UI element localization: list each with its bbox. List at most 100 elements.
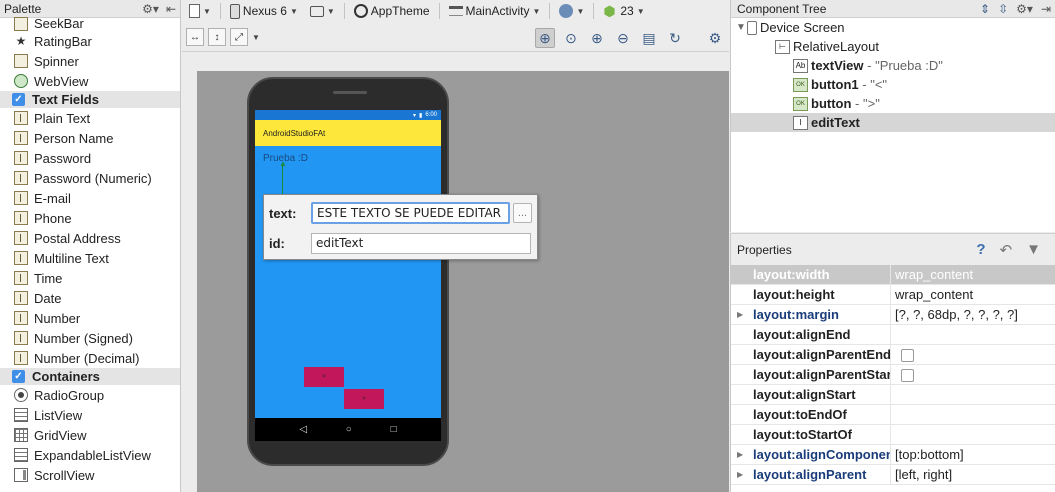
- palette-item-seekbar[interactable]: SeekBar: [0, 16, 180, 31]
- property-row[interactable]: layout:toStartOf: [731, 425, 1055, 445]
- palette-item-password[interactable]: Password: [0, 148, 180, 168]
- hide-panel-icon[interactable]: ⇥: [1041, 2, 1051, 16]
- property-row[interactable]: layout:alignParentEnd: [731, 345, 1055, 365]
- palette-item-date[interactable]: Date: [0, 288, 180, 308]
- layout-icon: ⊢: [775, 39, 790, 54]
- expand-arrow-icon[interactable]: ▶: [737, 445, 743, 464]
- list-icon: [14, 448, 28, 462]
- palette-item-password-numeric[interactable]: Password (Numeric): [0, 168, 180, 188]
- nav-recent-icon[interactable]: □: [391, 424, 397, 435]
- zoom-out-icon[interactable]: ⊖: [613, 28, 633, 48]
- align-parent-start-checkbox[interactable]: [901, 369, 914, 383]
- palette-item-multiline-text[interactable]: Multiline Text: [0, 248, 180, 268]
- palette-item-spinner[interactable]: Spinner: [0, 51, 180, 71]
- palette-item-phone[interactable]: Phone: [0, 208, 180, 228]
- palette-item-ratingbar[interactable]: ★ RatingBar: [0, 31, 180, 51]
- text-field-icon: [14, 131, 28, 145]
- rotate-icon: [309, 5, 324, 17]
- collapse-arrow-icon[interactable]: ▼: [735, 22, 747, 33]
- tree-node-relativelayout[interactable]: ⊢ RelativeLayout: [731, 37, 1055, 56]
- layout-file-dropdown[interactable]: ▼: [186, 1, 214, 21]
- id-label: id:: [269, 236, 285, 251]
- text-browse-button[interactable]: ...: [513, 203, 532, 223]
- property-row[interactable]: layout:alignParentStart: [731, 365, 1055, 385]
- palette-item-person-name[interactable]: Person Name: [0, 128, 180, 148]
- locale-dropdown[interactable]: ▼: [556, 1, 587, 21]
- api-level-dropdown[interactable]: ⬢ 23 ▼: [600, 1, 647, 21]
- refresh-icon[interactable]: ↻: [665, 28, 685, 48]
- theme-dropdown[interactable]: AppTheme: [351, 1, 433, 21]
- hide-panel-icon[interactable]: ⇤: [166, 2, 176, 16]
- device-dropdown[interactable]: Nexus 6 ▼: [227, 1, 301, 21]
- palette-item-gridview[interactable]: GridView: [0, 425, 180, 445]
- nav-back-icon[interactable]: ◁: [299, 424, 307, 435]
- palette-item-listview[interactable]: ListView: [0, 405, 180, 425]
- expand-arrow-icon[interactable]: ▶: [737, 305, 743, 324]
- palette-item-number-decimal[interactable]: Number (Decimal): [0, 348, 180, 368]
- property-row[interactable]: layout:height wrap_content: [731, 285, 1055, 305]
- palette-item-webview[interactable]: WebView: [0, 71, 180, 91]
- palette-title: Palette: [4, 1, 42, 16]
- palette-item-scrollview[interactable]: ScrollView: [0, 465, 180, 485]
- text-value-input[interactable]: ESTE TEXTO SE PUEDE EDITAR: [311, 202, 510, 224]
- zoom-actual-icon[interactable]: ⊙: [561, 28, 581, 48]
- expand-arrow-icon[interactable]: ▶: [737, 465, 743, 484]
- checkbox-checked-icon[interactable]: ✓: [12, 93, 25, 106]
- checkbox-checked-icon[interactable]: ✓: [12, 370, 25, 383]
- button2-preview[interactable]: >: [344, 389, 384, 409]
- palette-item-radiogroup[interactable]: RadioGroup: [0, 385, 180, 405]
- zoom-to-fit-icon[interactable]: ⊕: [535, 28, 555, 48]
- category-text-fields[interactable]: ✓ Text Fields: [0, 91, 180, 108]
- quick-edit-popup: text: ESTE TEXTO SE PUEDE EDITAR ... id:…: [263, 194, 538, 260]
- palette-item-email[interactable]: E-mail: [0, 188, 180, 208]
- tree-node-button[interactable]: OK button - ">": [731, 94, 1055, 113]
- id-value-input[interactable]: editText: [311, 233, 531, 254]
- status-bar: ▾ ▮ 6:00: [255, 110, 441, 120]
- palette-item-expandablelistview[interactable]: ExpandableListView: [0, 445, 180, 465]
- undo-icon[interactable]: ↶: [1000, 241, 1013, 259]
- category-containers[interactable]: ✓ Containers: [0, 368, 180, 385]
- expand-horizontal-icon[interactable]: ↔: [186, 28, 204, 46]
- palette-item-number-signed[interactable]: Number (Signed): [0, 328, 180, 348]
- filter-icon[interactable]: ▼: [1026, 241, 1041, 259]
- tree-node-edittext[interactable]: I editText: [731, 113, 1055, 132]
- gear-icon[interactable]: ⚙▾: [1016, 2, 1033, 16]
- property-row[interactable]: ▶ layout:margin [?, ?, 68dp, ?, ?, ?, ?]: [731, 305, 1055, 325]
- orientation-dropdown[interactable]: ▼: [307, 1, 338, 21]
- property-row[interactable]: layout:alignEnd: [731, 325, 1055, 345]
- expand-all-icon[interactable]: ⇕: [980, 2, 990, 16]
- palette-item-plain-text[interactable]: Plain Text: [0, 108, 180, 128]
- activity-dropdown[interactable]: MainActivity ▼: [446, 1, 544, 21]
- gear-icon[interactable]: ⚙▾: [142, 2, 159, 16]
- expand-vertical-icon[interactable]: ↕: [208, 28, 226, 46]
- property-row[interactable]: layout:alignStart: [731, 385, 1055, 405]
- align-parent-end-checkbox[interactable]: [901, 349, 914, 363]
- property-row[interactable]: layout:width wrap_content: [731, 265, 1055, 285]
- collapse-all-icon[interactable]: ⇳: [998, 2, 1008, 16]
- settings-icon[interactable]: ⚙: [705, 28, 725, 48]
- speaker: [333, 91, 367, 94]
- zoom-in-icon[interactable]: ⊕: [587, 28, 607, 48]
- globe-icon: [559, 4, 574, 18]
- palette-item-time[interactable]: Time: [0, 268, 180, 288]
- text-field-icon: [14, 171, 28, 185]
- button1-preview[interactable]: <: [304, 367, 344, 387]
- text-field-icon: [14, 271, 28, 285]
- property-row[interactable]: ▶ layout:alignComponent [top:bottom]: [731, 445, 1055, 465]
- tree-node-device-screen[interactable]: ▼ Device Screen: [731, 18, 1055, 37]
- button-icon: OK: [793, 96, 808, 111]
- tree-node-textview[interactable]: Ab textView - "Prueba :D": [731, 56, 1055, 75]
- screenshot-icon[interactable]: ▤: [639, 28, 659, 48]
- resize-icon[interactable]: ⤢: [230, 28, 248, 46]
- scroll-icon: [14, 468, 28, 482]
- tree-node-button1[interactable]: OK button1 - "<": [731, 75, 1055, 94]
- property-row[interactable]: layout:toEndOf: [731, 405, 1055, 425]
- help-icon[interactable]: ?: [976, 241, 985, 259]
- properties-title: Properties: [737, 242, 792, 257]
- properties-header: Properties ? ↶ ▼: [731, 234, 1055, 265]
- nav-home-icon[interactable]: ○: [346, 424, 352, 435]
- palette-item-postal-address[interactable]: Postal Address: [0, 228, 180, 248]
- palette-item-number[interactable]: Number: [0, 308, 180, 328]
- device-screen[interactable]: ▾ ▮ 6:00 AndroidStudioFAt Prueba :D ▲ < …: [255, 110, 441, 441]
- property-row[interactable]: ▶ layout:alignParent [left, right]: [731, 465, 1055, 485]
